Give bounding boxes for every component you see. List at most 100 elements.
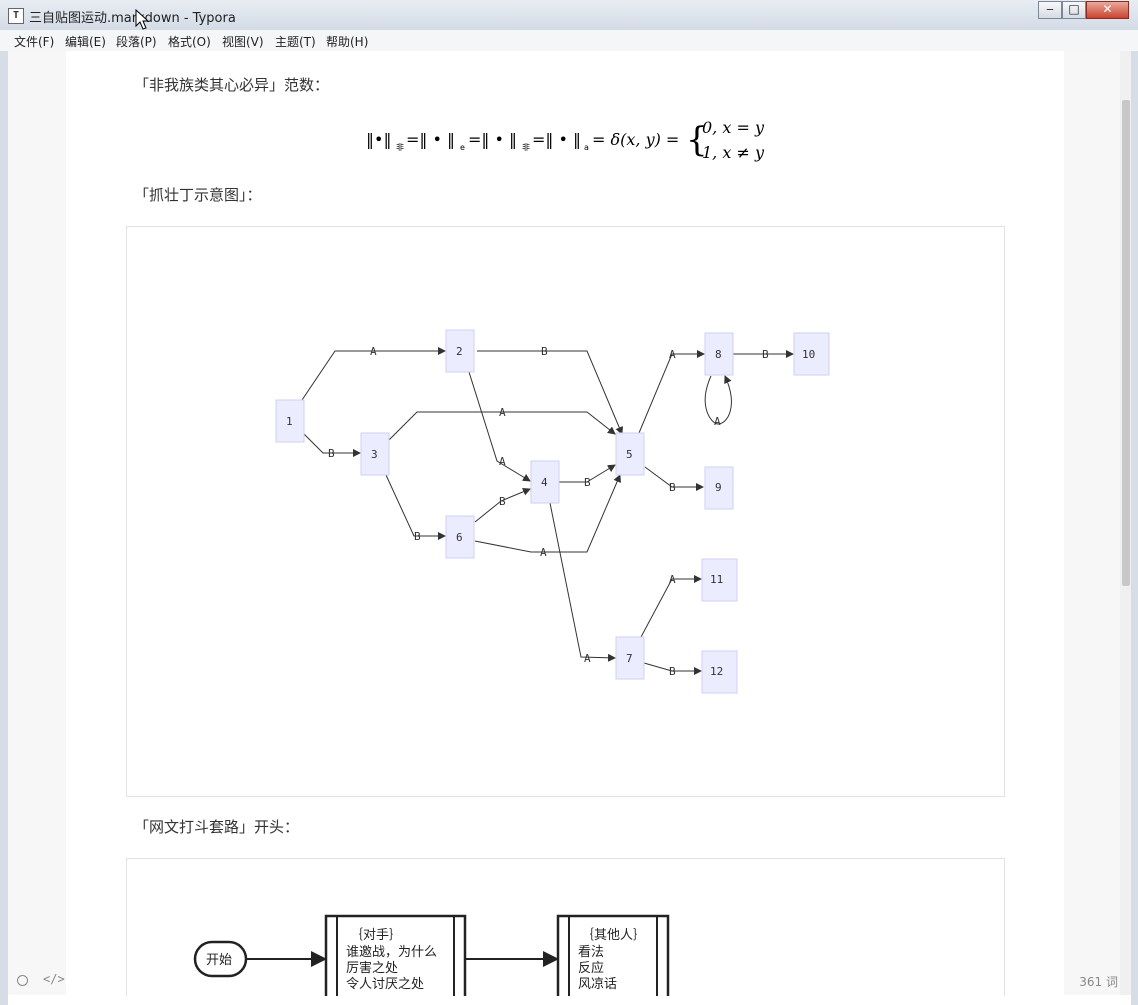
source-code-mode-icon[interactable]: </> bbox=[43, 972, 65, 986]
flow-start-node: 开始 bbox=[193, 940, 248, 978]
edge-label: B bbox=[669, 665, 676, 678]
scrollbar-thumb[interactable] bbox=[1122, 100, 1130, 586]
svg-text:5: 5 bbox=[626, 448, 633, 461]
edge-label: A bbox=[499, 455, 506, 468]
edge-label: A bbox=[714, 415, 721, 428]
graph-node-5: 5 bbox=[615, 432, 645, 476]
svg-text:｛对手｝: ｛对手｝ bbox=[350, 928, 402, 943]
svg-text:8: 8 bbox=[715, 348, 722, 361]
formula-case-2: 1, x ≠ y bbox=[702, 143, 765, 162]
edge-2-5 bbox=[477, 350, 623, 435]
graph-node-9: 9 bbox=[704, 466, 734, 510]
editor-margin-left bbox=[8, 51, 66, 995]
flow-box-opponent: ｛对手｝ 谁邀战，为什么 厉害之处 令人讨厌之处 bbox=[324, 914, 467, 996]
edge-label: B bbox=[762, 348, 769, 361]
formula-delta: = δ(x, y) = bbox=[592, 130, 679, 149]
menu-theme[interactable]: 主题(T) bbox=[275, 33, 316, 50]
flow-box-others: ｛其他人｝ 看法 反应 风凉话 bbox=[556, 914, 670, 996]
edge-3-6 bbox=[385, 474, 446, 540]
mermaid-graph-diagram[interactable]: A B B A A B B A B A A B B A A B 1 2 3 4 bbox=[126, 226, 1005, 797]
svg-text:反应: 反应 bbox=[578, 960, 604, 976]
graph-node-6: 6 bbox=[445, 515, 475, 559]
close-button[interactable]: ✕ bbox=[1086, 1, 1129, 19]
svg-text:=‖ • ‖: =‖ • ‖ bbox=[468, 130, 517, 149]
paragraph-diagram-title[interactable]: 「抓壮丁示意图」： bbox=[134, 184, 262, 205]
graph-node-2: 2 bbox=[445, 329, 475, 373]
graph-svg: A B B A A B B A B A A B B A A B 1 2 3 4 bbox=[275, 329, 830, 694]
window-controls: ‒ □ ✕ bbox=[1038, 1, 1129, 20]
edge-label: B bbox=[499, 495, 506, 508]
flowchart-svg: 开始 ｛对手｝ 谁邀战，为什么 厉害之处 令人讨厌之处 ｛其他人｝ 看法 反应 … bbox=[193, 914, 670, 996]
mouse-cursor-icon bbox=[135, 9, 149, 30]
menu-file[interactable]: 文件(F) bbox=[14, 33, 54, 50]
svg-text:谁邀战，为什么: 谁邀战，为什么 bbox=[346, 945, 437, 960]
edge-label: B bbox=[669, 481, 676, 494]
formula-sub-3: 非 bbox=[522, 142, 530, 152]
edge-5-8 bbox=[638, 350, 705, 434]
edge-label: A bbox=[370, 345, 377, 358]
graph-node-1: 1 bbox=[275, 399, 305, 443]
menu-format[interactable]: 格式(O) bbox=[168, 33, 211, 50]
formula-sub-2: e bbox=[460, 143, 465, 152]
window-frame-left bbox=[0, 51, 8, 1005]
graph-node-4: 4 bbox=[530, 460, 560, 504]
edge-label: A bbox=[499, 406, 506, 419]
math-formula[interactable]: ‖•‖ 非 =‖ • ‖ e =‖ • ‖ 非 =‖ • ‖ a = δ(x, … bbox=[366, 113, 786, 165]
svg-text:=‖ • ‖: =‖ • ‖ bbox=[532, 130, 581, 149]
svg-text:2: 2 bbox=[456, 345, 463, 358]
formula-case-1: 0, x = y bbox=[702, 118, 765, 137]
editor-margin-right bbox=[1064, 51, 1120, 995]
graph-node-8: 8 bbox=[704, 332, 734, 376]
paragraph-fight-title[interactable]: 「网文打斗套路」开头： bbox=[134, 816, 299, 837]
svg-text:开始: 开始 bbox=[206, 953, 232, 968]
graph-node-7: 7 bbox=[615, 636, 645, 680]
menu-paragraph[interactable]: 段落(P) bbox=[116, 33, 157, 50]
window-frame-right bbox=[1131, 51, 1138, 1005]
svg-text:｛其他人｝: ｛其他人｝ bbox=[581, 928, 646, 943]
graph-node-11: 11 bbox=[701, 558, 738, 602]
menu-view[interactable]: 视图(V) bbox=[222, 33, 264, 50]
graph-node-10: 10 bbox=[793, 332, 830, 376]
svg-text:3: 3 bbox=[371, 448, 378, 461]
flowchart-diagram[interactable]: 开始 ｛对手｝ 谁邀战，为什么 厉害之处 令人讨厌之处 ｛其他人｝ 看法 反应 … bbox=[126, 858, 1005, 996]
menu-bar: 文件(F) 编辑(E) 段落(P) 格式(O) 视图(V) 主题(T) 帮助(H… bbox=[0, 30, 1138, 51]
svg-text:厉害之处: 厉害之处 bbox=[346, 960, 398, 976]
edge-label: B bbox=[328, 447, 335, 460]
maximize-button[interactable]: □ bbox=[1062, 1, 1086, 19]
window-title: 三自贴图运动.markdown - Typora bbox=[29, 11, 236, 26]
edge-4-7 bbox=[549, 502, 616, 662]
svg-text:4: 4 bbox=[541, 476, 548, 489]
svg-text:6: 6 bbox=[456, 531, 463, 544]
edge-label: B bbox=[414, 530, 421, 543]
svg-text:10: 10 bbox=[802, 348, 815, 361]
svg-text:‖•‖: ‖•‖ bbox=[366, 130, 391, 149]
typora-app-icon: T bbox=[8, 8, 24, 24]
formula-sub-4: a bbox=[584, 143, 589, 152]
sidebar-toggle-icon[interactable] bbox=[17, 975, 28, 986]
word-count[interactable]: 361 词 bbox=[1079, 973, 1118, 990]
svg-text:风凉话: 风凉话 bbox=[578, 977, 617, 992]
title-bar: T 三自贴图运动.markdown - Typora ‒ □ ✕ bbox=[0, 0, 1138, 31]
edge-7-11 bbox=[640, 575, 702, 638]
svg-text:12: 12 bbox=[710, 665, 723, 678]
svg-text:7: 7 bbox=[626, 652, 633, 665]
svg-text:看法: 看法 bbox=[578, 944, 604, 960]
svg-text:1: 1 bbox=[286, 415, 293, 428]
menu-help[interactable]: 帮助(H) bbox=[326, 33, 368, 50]
edge-label: A bbox=[540, 546, 547, 559]
svg-text:9: 9 bbox=[715, 481, 722, 494]
minimize-button[interactable]: ‒ bbox=[1038, 1, 1062, 19]
svg-text:=‖ • ‖: =‖ • ‖ bbox=[406, 130, 455, 149]
graph-node-12: 12 bbox=[701, 650, 738, 694]
paragraph-norm[interactable]: 「非我族类其心必异」范数： bbox=[134, 74, 329, 95]
graph-node-3: 3 bbox=[360, 432, 390, 476]
svg-text:令人讨厌之处: 令人讨厌之处 bbox=[346, 977, 424, 992]
edge-1-2 bbox=[301, 347, 446, 401]
edge-label: B bbox=[541, 345, 548, 358]
edge-label: B bbox=[584, 476, 591, 489]
formula-sub-1: 非 bbox=[396, 142, 404, 152]
svg-text:11: 11 bbox=[710, 573, 723, 586]
edge-label: A bbox=[669, 573, 676, 586]
menu-edit[interactable]: 编辑(E) bbox=[65, 33, 106, 50]
edge-label: A bbox=[584, 652, 591, 665]
